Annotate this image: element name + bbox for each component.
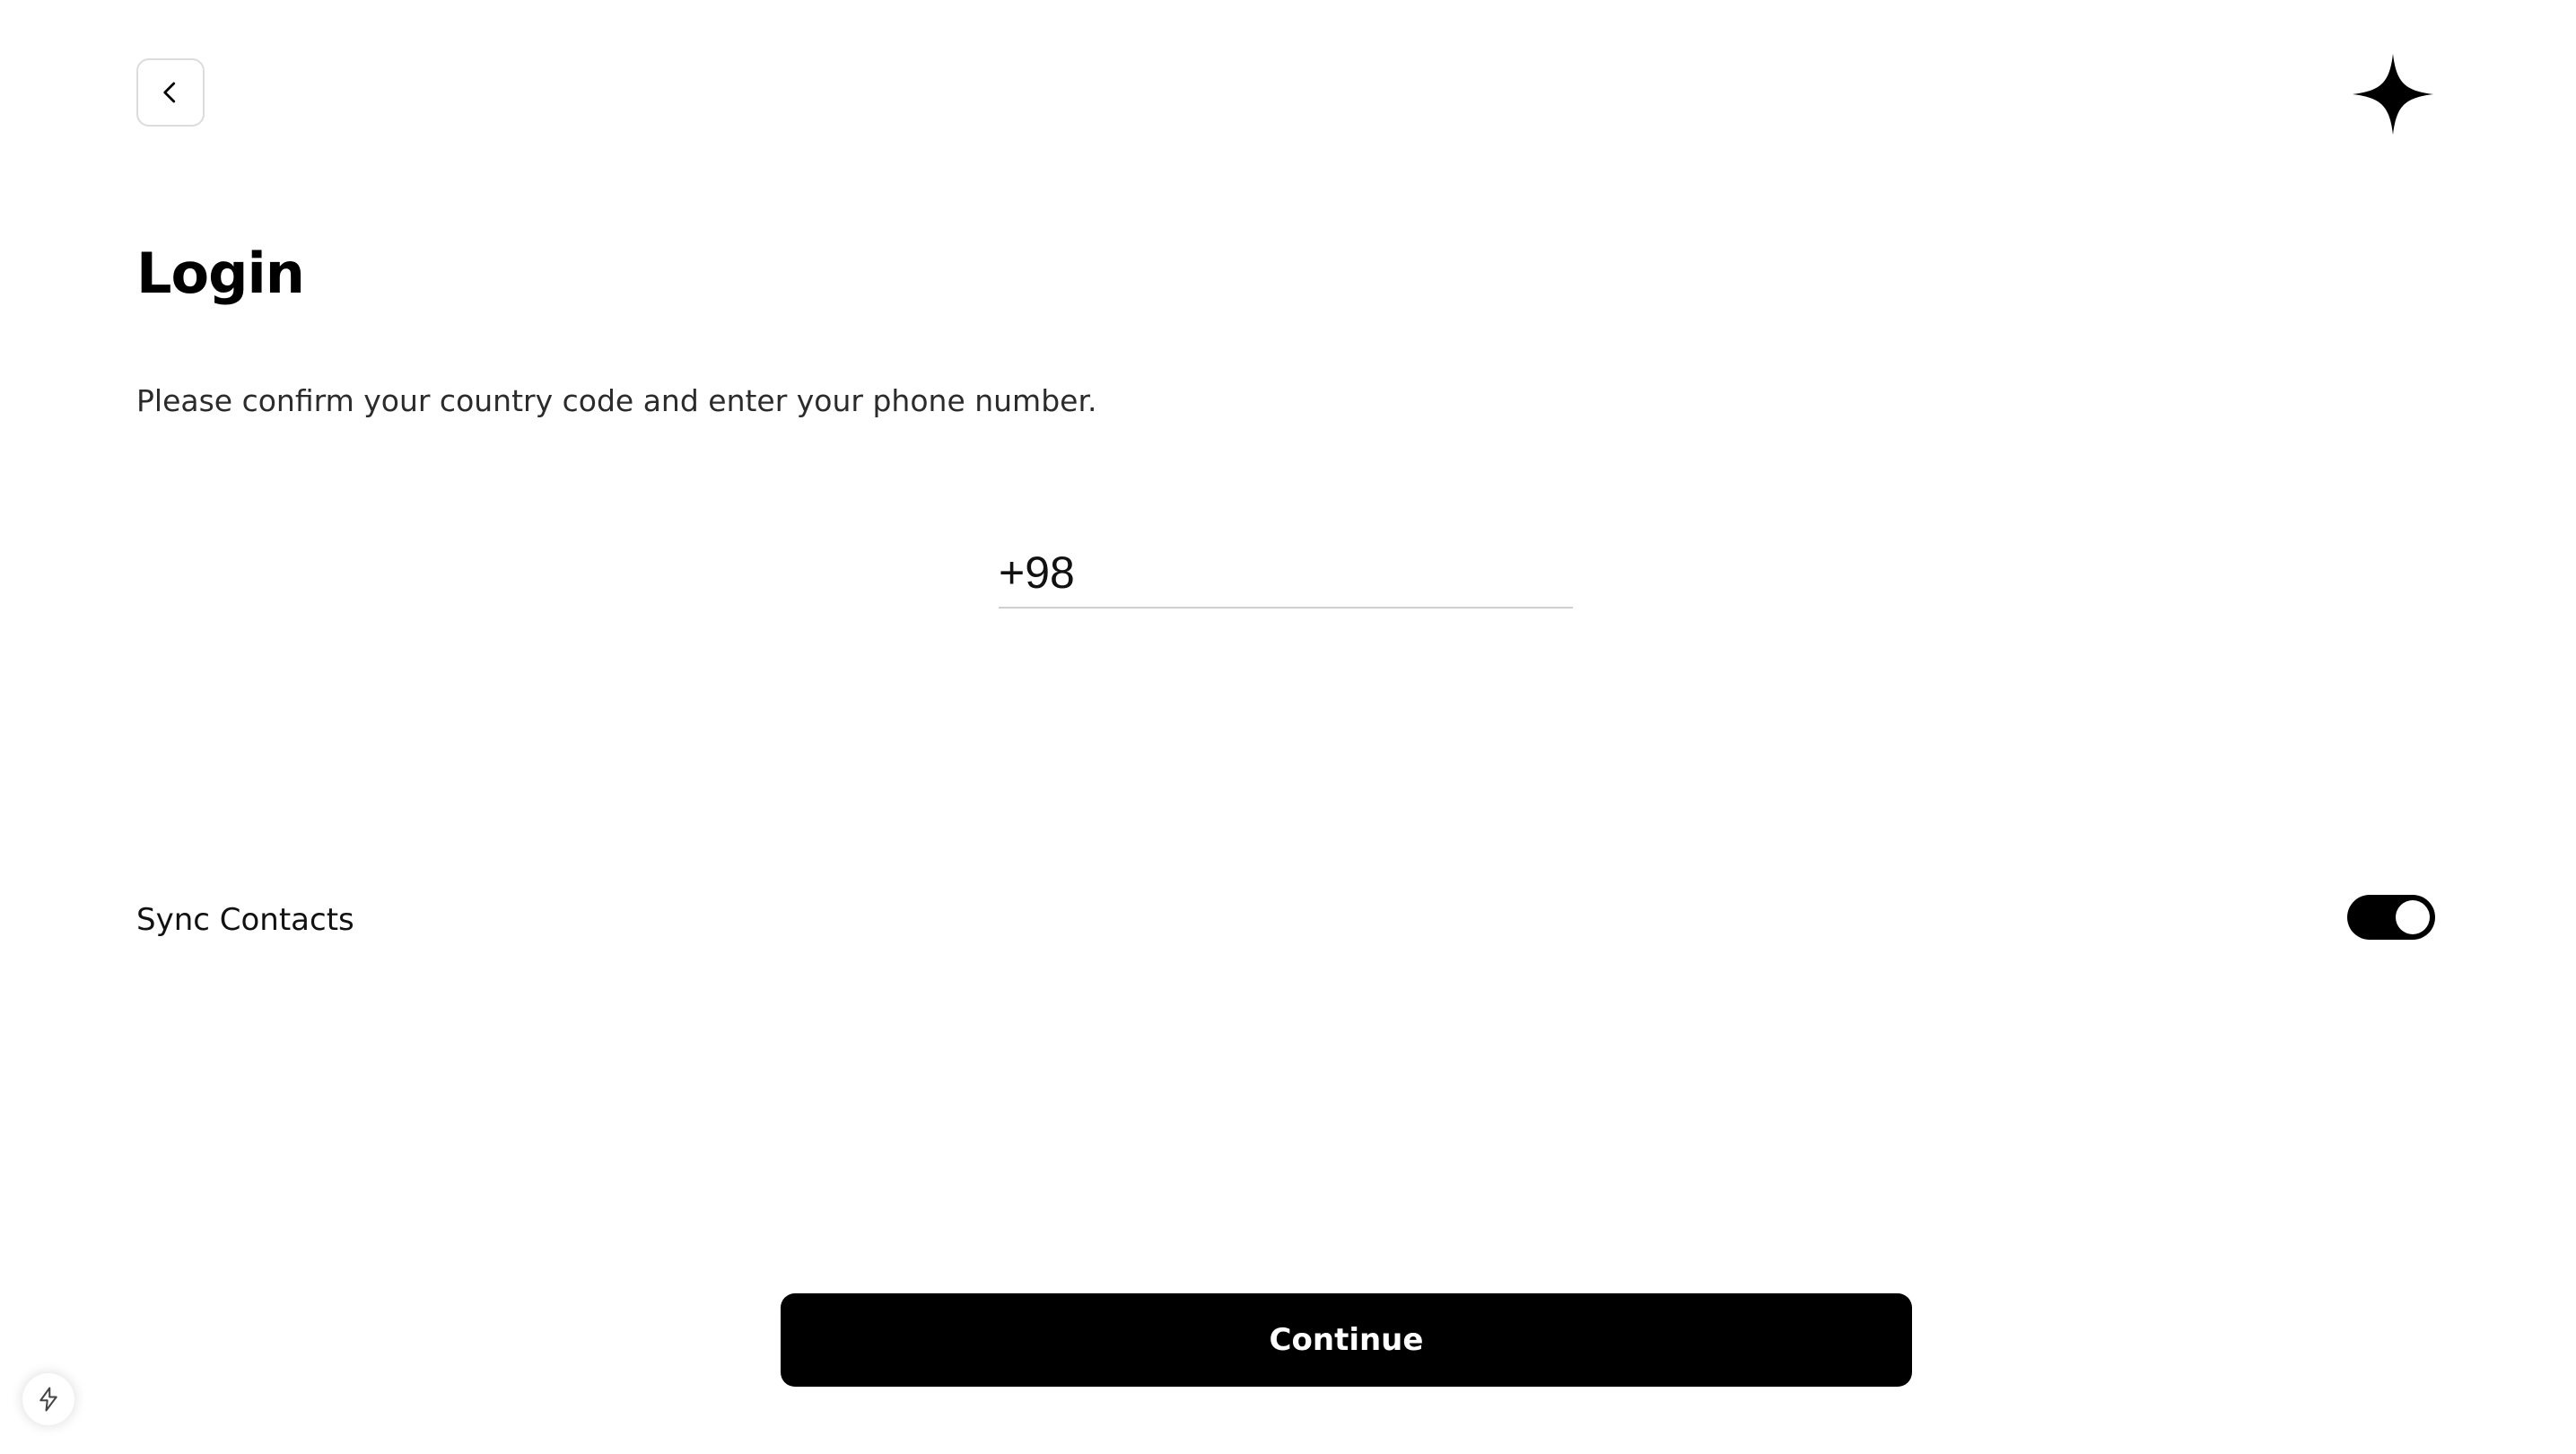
continue-button[interactable]: Continue	[781, 1293, 1912, 1387]
lightning-bolt-icon	[39, 1387, 57, 1412]
page-title: Login	[136, 241, 305, 306]
phone-field	[999, 540, 1573, 609]
phone-input[interactable]	[999, 540, 1573, 605]
sync-contacts-label: Sync Contacts	[136, 902, 354, 938]
toggle-knob	[2396, 900, 2430, 934]
page-subtitle: Please confirm your country code and ent…	[136, 383, 1097, 418]
chevron-left-icon	[163, 82, 176, 103]
back-button[interactable]	[136, 58, 205, 127]
dev-tools-badge[interactable]	[22, 1373, 74, 1425]
sync-contacts-toggle[interactable]	[2347, 895, 2435, 940]
sparkle-star-icon	[2352, 53, 2434, 136]
